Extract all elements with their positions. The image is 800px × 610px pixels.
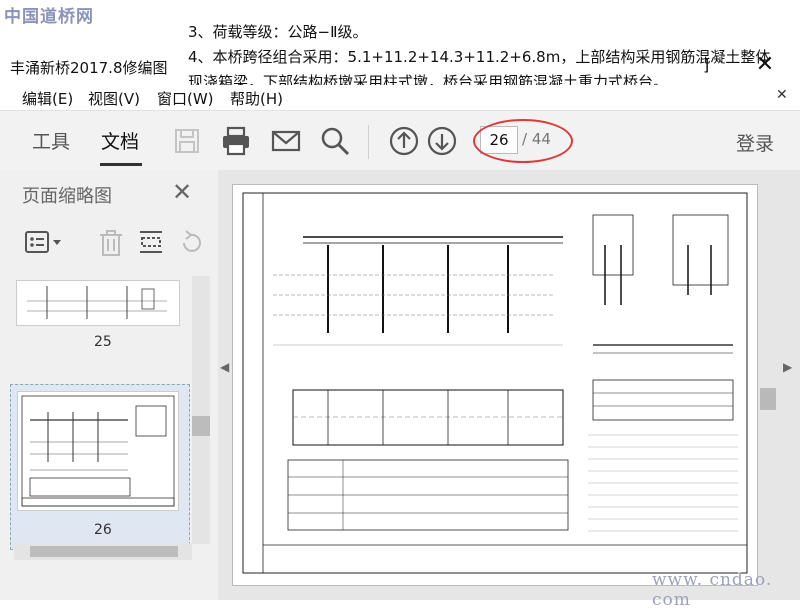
watermark-logo: 中国道桥网 xyxy=(4,7,94,27)
sidebar-close-button[interactable]: ✕ xyxy=(172,178,192,206)
thumbnail-label-26: 26 xyxy=(94,522,112,538)
sidebar-vertical-scrollbar[interactable] xyxy=(192,276,210,544)
thumbnail-sidebar: 页面缩略图 ✕ 25 26 xyxy=(0,170,218,600)
document-close-button[interactable]: ✕ xyxy=(776,87,788,103)
thumbnail-drawing xyxy=(21,395,175,507)
document-scroll-thumb[interactable] xyxy=(760,388,776,410)
page-down-icon[interactable] xyxy=(425,124,459,158)
thumbnail-options-icon[interactable] xyxy=(24,228,64,258)
rotate-icon[interactable] xyxy=(176,228,206,258)
menu-help[interactable]: 帮助(H) xyxy=(230,88,283,109)
thumbnail-page-25[interactable] xyxy=(16,280,180,326)
watermark-url: www. cndao. com xyxy=(652,570,773,610)
menu-window[interactable]: 窗口(W) xyxy=(157,88,214,109)
menu-edit[interactable]: 编辑(E) xyxy=(22,88,73,109)
title-bar: 中国道桥网 3、荷载等级：公路−Ⅱ级。 4、本桥跨径组合采用：5.1+11.2+… xyxy=(0,0,800,91)
print-icon[interactable] xyxy=(219,124,253,158)
tab-tools[interactable]: 工具 xyxy=(32,127,70,154)
save-icon[interactable] xyxy=(170,124,204,158)
overlay-line-2: 4、本桥跨径组合采用：5.1+11.2+14.3+11.2+6.8m，上部结构采… xyxy=(188,48,771,66)
overlay-caption: 3、荷载等级：公路−Ⅱ级。 4、本桥跨径组合采用：5.1+11.2+14.3+1… xyxy=(188,20,770,95)
login-button[interactable]: 登录 xyxy=(736,129,774,156)
sidebar-scroll-thumb[interactable] xyxy=(192,416,210,436)
sidebar-horizontal-scrollbar[interactable] xyxy=(14,543,192,560)
restore-button[interactable]: ] xyxy=(703,55,709,74)
document-page xyxy=(232,184,758,586)
toolbar-separator xyxy=(368,125,369,159)
page-up-icon[interactable] xyxy=(387,124,421,158)
engineering-drawing xyxy=(242,192,748,574)
thumbnail-page-26[interactable] xyxy=(17,391,179,511)
tab-document[interactable]: 文档 xyxy=(101,127,139,154)
active-tab-indicator xyxy=(100,163,142,166)
sidebar-hscroll-thumb[interactable] xyxy=(30,546,178,557)
thumbnail-label-25: 25 xyxy=(94,334,112,350)
menu-view[interactable]: 视图(V) xyxy=(88,88,140,109)
document-view[interactable]: ◀ ▶ xyxy=(218,170,800,600)
overlay-line-1: 3、荷载等级：公路−Ⅱ级。 xyxy=(188,23,368,41)
collapse-right-arrow[interactable]: ▶ xyxy=(783,360,792,374)
menu-bar: 编辑(E) 视图(V) 窗口(W) 帮助(H) ✕ xyxy=(0,85,800,110)
document-vertical-scrollbar[interactable] xyxy=(758,178,778,600)
window-close-button[interactable]: ✕ xyxy=(752,52,778,78)
sidebar-title: 页面缩略图 xyxy=(22,186,112,207)
window-title: 丰涌新桥2017.8修编图 xyxy=(10,59,168,77)
search-icon[interactable] xyxy=(318,124,352,158)
delete-icon[interactable] xyxy=(96,228,126,258)
email-icon[interactable] xyxy=(269,124,303,158)
toolbar: 工具 文档 26 / 44 登录 xyxy=(0,110,800,171)
highlight-circle xyxy=(473,119,573,163)
thumbnail-drawing xyxy=(27,286,167,319)
extract-pages-icon[interactable] xyxy=(136,228,166,258)
collapse-left-arrow[interactable]: ◀ xyxy=(220,360,229,374)
